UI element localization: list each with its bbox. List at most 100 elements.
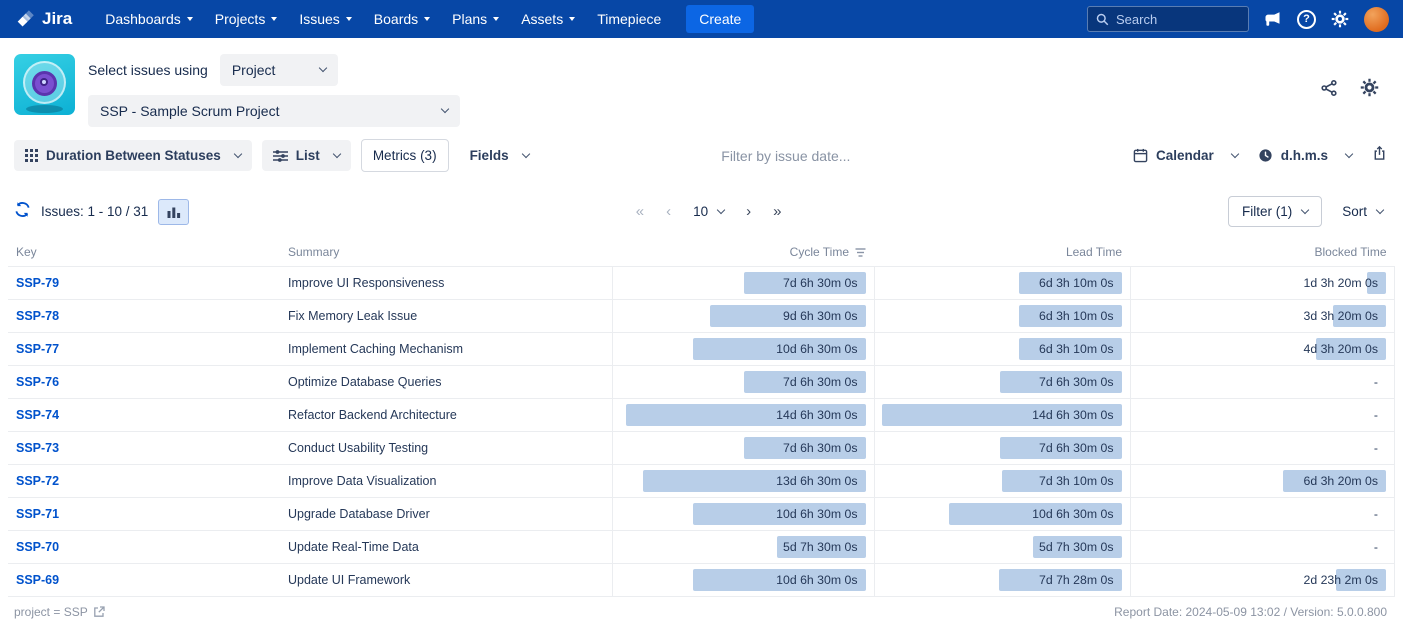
next-page-button[interactable]: ›: [746, 204, 751, 219]
issue-summary: Conduct Usability Testing: [288, 441, 428, 455]
duration-text: 14d 6h 30m 0s: [776, 408, 865, 422]
table-row[interactable]: SSP-73 Conduct Usability Testing 7d 6h 3…: [8, 432, 1395, 465]
issue-key[interactable]: SSP-72: [16, 474, 59, 488]
issue-date-filter-input[interactable]: [721, 148, 951, 164]
issue-key[interactable]: SSP-79: [16, 276, 59, 290]
calendar-select[interactable]: Calendar: [1133, 148, 1238, 163]
sort-button[interactable]: Sort: [1338, 197, 1387, 226]
nav-item-assets[interactable]: Assets: [512, 5, 584, 33]
issue-key[interactable]: SSP-74: [16, 408, 59, 422]
external-link-icon[interactable]: [93, 606, 105, 618]
report-footer: project = SSP Report Date: 2024-05-09 13…: [0, 597, 1403, 621]
duration-text: -: [1374, 441, 1386, 455]
metrics-button[interactable]: Metrics (3): [361, 139, 449, 172]
nav-item-projects[interactable]: Projects: [206, 5, 287, 33]
nav-item-issues[interactable]: Issues: [290, 5, 360, 33]
chevron-down-icon: [271, 17, 277, 21]
table-row[interactable]: SSP-70 Update Real-Time Data 5d 7h 30m 0…: [8, 531, 1395, 564]
nav-item-label: Issues: [299, 11, 339, 27]
prev-page-button[interactable]: ‹: [666, 204, 671, 219]
duration-format-select[interactable]: d.h.m.s: [1258, 148, 1352, 163]
duration-text: 10d 6h 30m 0s: [776, 573, 865, 587]
nav-item-plans[interactable]: Plans: [443, 5, 508, 33]
report-type-label: Duration Between Statuses: [46, 148, 221, 163]
refresh-icon[interactable]: [14, 201, 31, 223]
create-button[interactable]: Create: [686, 5, 754, 33]
last-page-button[interactable]: »: [773, 204, 781, 219]
table-row[interactable]: SSP-71 Upgrade Database Driver 10d 6h 30…: [8, 498, 1395, 531]
blocked-cell: -: [1130, 432, 1395, 465]
issue-summary: Update Real-Time Data: [288, 540, 419, 554]
blocked-cell: 2d 23h 2m 0s: [1130, 564, 1395, 597]
table-header-row: Key Summary Cycle Time Lead Time Blocked…: [8, 239, 1395, 267]
lead-cell: 6d 3h 10m 0s: [874, 333, 1130, 366]
table-row[interactable]: SSP-78 Fix Memory Leak Issue 9d 6h 30m 0…: [8, 300, 1395, 333]
chevron-down-icon: [333, 149, 341, 157]
table-row[interactable]: SSP-76 Optimize Database Queries 7d 6h 3…: [8, 366, 1395, 399]
export-icon[interactable]: [1372, 145, 1387, 166]
report-header: Select issues using Project SSP - Sample…: [0, 38, 1403, 135]
help-icon[interactable]: ?: [1297, 10, 1316, 29]
duration-text: 4d 3h 20m 0s: [1303, 342, 1386, 356]
lead-cell: 6d 3h 10m 0s: [874, 300, 1130, 333]
chevron-down-icon: [424, 17, 430, 21]
issue-source-select[interactable]: Project: [220, 54, 338, 86]
feedback-megaphone-icon[interactable]: [1264, 11, 1282, 27]
table-row[interactable]: SSP-79 Improve UI Responsiveness 7d 6h 3…: [8, 267, 1395, 300]
col-summary: Summary: [280, 239, 612, 267]
lead-cell: 5d 7h 30m 0s: [874, 531, 1130, 564]
lead-cell: 7d 7h 28m 0s: [874, 564, 1130, 597]
issue-key[interactable]: SSP-73: [16, 441, 59, 455]
chart-view-toggle[interactable]: [158, 199, 189, 225]
nav-item-boards[interactable]: Boards: [365, 5, 439, 33]
nav-item-label: Projects: [215, 11, 266, 27]
table-row[interactable]: SSP-74 Refactor Backend Architecture 14d…: [8, 399, 1395, 432]
issue-summary: Fix Memory Leak Issue: [288, 309, 417, 323]
issue-key[interactable]: SSP-76: [16, 375, 59, 389]
duration-text: 7d 6h 30m 0s: [1039, 441, 1122, 455]
project-select[interactable]: SSP - Sample Scrum Project: [88, 95, 460, 127]
global-search[interactable]: [1087, 6, 1249, 32]
fields-label: Fields: [470, 148, 509, 163]
report-type-select[interactable]: Duration Between Statuses: [14, 140, 252, 171]
col-key: Key: [8, 239, 280, 267]
issue-key[interactable]: SSP-70: [16, 540, 59, 554]
nav-item-timepiece[interactable]: Timepiece: [588, 5, 670, 33]
view-label: List: [296, 148, 320, 163]
select-issues-label: Select issues using: [88, 62, 208, 78]
fields-select[interactable]: Fields: [459, 140, 540, 171]
filter-button[interactable]: Filter (1): [1228, 196, 1322, 227]
cycle-cell: 10d 6h 30m 0s: [612, 498, 874, 531]
blocked-cell: -: [1130, 531, 1395, 564]
issues-count-label: Issues: 1 - 10 / 31: [41, 204, 148, 219]
issue-key[interactable]: SSP-78: [16, 309, 59, 323]
issue-key[interactable]: SSP-71: [16, 507, 59, 521]
report-date-label: Report Date: 2024-05-09 13:02 / Version:…: [1114, 605, 1387, 619]
view-select[interactable]: List: [262, 140, 351, 171]
blocked-cell: -: [1130, 498, 1395, 531]
jira-brand[interactable]: Jira: [14, 9, 72, 30]
issue-summary: Improve Data Visualization: [288, 474, 436, 488]
page-size-select[interactable]: 10: [693, 204, 724, 219]
settings-gear-icon[interactable]: [1331, 10, 1349, 28]
jira-logo-icon: [14, 9, 35, 30]
nav-item-dashboards[interactable]: Dashboards: [96, 5, 202, 33]
chevron-down-icon: [187, 17, 193, 21]
table-row[interactable]: SSP-69 Update UI Framework 10d 6h 30m 0s…: [8, 564, 1395, 597]
duration-text: 14d 6h 30m 0s: [1032, 408, 1121, 422]
table-row[interactable]: SSP-72 Improve Data Visualization 13d 6h…: [8, 465, 1395, 498]
column-filter-icon[interactable]: [855, 248, 866, 257]
grid-icon: [25, 149, 38, 162]
table-row[interactable]: SSP-77 Implement Caching Mechanism 10d 6…: [8, 333, 1395, 366]
first-page-button[interactable]: «: [636, 204, 644, 219]
blocked-cell: 6d 3h 20m 0s: [1130, 465, 1395, 498]
issue-key[interactable]: SSP-77: [16, 342, 59, 356]
issue-key[interactable]: SSP-69: [16, 573, 59, 587]
report-settings-gear-icon[interactable]: [1360, 78, 1379, 102]
share-icon[interactable]: [1320, 79, 1338, 102]
user-avatar[interactable]: [1364, 7, 1389, 32]
nav-item-label: Timepiece: [597, 11, 661, 27]
cycle-cell: 14d 6h 30m 0s: [612, 399, 874, 432]
filter-label: Filter (1): [1242, 204, 1292, 219]
search-input[interactable]: [1116, 12, 1234, 27]
